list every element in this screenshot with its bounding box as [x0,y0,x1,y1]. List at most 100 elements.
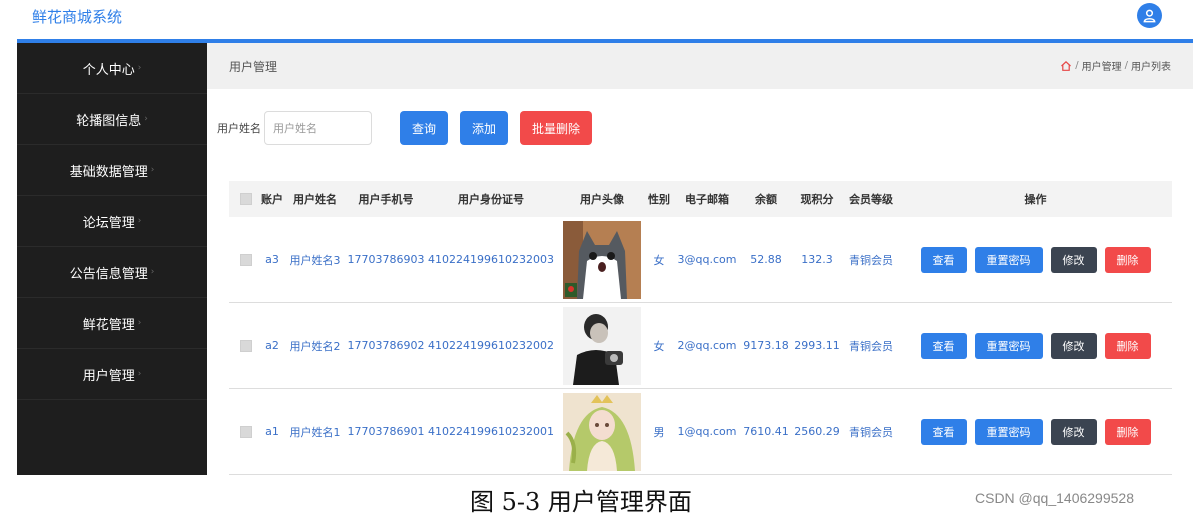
email-cell: 2@qq.com [677,339,737,352]
column-header: 现积分 [800,193,834,206]
column-header: 性别 [648,193,670,206]
avatar-cell [563,217,641,302]
select-all-cell[interactable] [239,181,253,217]
table-row: a1 用户姓名1 17703786901 410224199610232001 … [229,389,1172,475]
sidebar-item-label: 公告信息管理 [69,266,148,282]
query-button[interactable]: 查询 [400,111,449,145]
sidebar-item-personal-center[interactable]: 个人中心 › [17,43,207,94]
gender-cell: 女 [653,339,665,353]
sidebar-item-label: 用户管理 [82,368,135,384]
main-content: 用户管理 / 用户管理 / 用户列表 用户姓名 查询 添加 批量删除 账户 用户… [207,43,1193,475]
app-title: 鲜花商城系统 [32,8,123,26]
balance-cell: 52.88 [750,253,782,266]
name-cell: 用户姓名1 [289,425,341,439]
edit-button[interactable]: 修改 [1050,332,1097,359]
user-account-icon[interactable] [1137,3,1162,28]
gender-cell: 女 [653,253,665,267]
sidebar-item-forum[interactable]: 论坛管理 › [17,196,207,247]
user-table: 账户 用户姓名 用户手机号 用户身份证号 用户头像 性别 电子邮箱 余额 现积分… [229,181,1172,475]
level-cell: 青铜会员 [849,425,893,439]
sidebar-item-announcements[interactable]: 公告信息管理 › [17,247,207,298]
search-bar: 用户姓名 查询 添加 批量删除 [217,110,593,146]
sidebar-item-label: 基础数据管理 [69,164,148,180]
column-header: 账户 [261,193,283,206]
column-header: 用户姓名 [293,193,337,206]
row-select-cell[interactable] [239,217,253,302]
delete-button[interactable]: 删除 [1104,246,1151,273]
edit-button[interactable]: 修改 [1050,246,1097,273]
sidebar-item-users[interactable]: 用户管理 › [17,349,207,400]
breadcrumb-separator: / [1075,60,1079,71]
reset-password-button[interactable]: 重置密码 [974,246,1043,273]
sidebar-item-base-data[interactable]: 基础数据管理 › [17,145,207,196]
balance-cell: 7610.41 [743,425,789,438]
id-number-cell: 410224199610232002 [428,339,554,352]
column-header: 操作 [1024,193,1047,206]
id-number-cell: 410224199610232001 [428,425,554,438]
level-cell: 青铜会员 [849,339,893,353]
column-header: 电子邮箱 [685,193,729,206]
balance-cell: 9173.18 [743,339,789,352]
view-button[interactable]: 查看 [920,332,967,359]
add-button[interactable]: 添加 [460,111,509,145]
points-cell: 2993.11 [794,339,840,352]
breadcrumb-item[interactable]: 用户管理 [1082,58,1122,73]
table-header: 账户 用户姓名 用户手机号 用户身份证号 用户头像 性别 电子邮箱 余额 现积分… [229,181,1172,217]
account-cell: a3 [265,253,279,266]
view-button[interactable]: 查看 [920,418,967,445]
phone-cell: 17703786901 [347,425,425,438]
row-checkbox[interactable] [240,425,252,438]
email-cell: 3@qq.com [677,253,737,266]
page-header: 用户管理 / 用户管理 / 用户列表 [207,43,1193,89]
sidebar-item-label: 轮播图信息 [76,113,142,129]
avatar-cell [563,389,641,474]
chevron-icon: › [144,114,148,124]
row-select-cell[interactable] [239,303,253,388]
actions-cell: 查看 重置密码 修改 删除 [919,217,1152,302]
edit-button[interactable]: 修改 [1050,418,1097,445]
id-number-cell: 410224199610232003 [428,253,554,266]
breadcrumb: / 用户管理 / 用户列表 [1060,58,1171,73]
account-cell: a1 [265,425,279,438]
search-input[interactable] [264,111,372,145]
delete-button[interactable]: 删除 [1104,418,1151,445]
anime-girl-illustration [563,392,641,471]
select-all-checkbox[interactable] [240,193,252,205]
home-icon[interactable] [1060,60,1072,72]
sidebar-item-carousel[interactable]: 轮播图信息 › [17,94,207,145]
chevron-icon: › [150,267,155,277]
table-row: a3 用户姓名3 17703786903 410224199610232003 … [229,217,1172,303]
sidebar-item-label: 论坛管理 [82,215,135,231]
column-header: 会员等级 [849,193,893,206]
sidebar-item-label: 鲜花管理 [82,317,135,333]
man-photo [563,306,641,385]
account-cell: a2 [265,339,279,352]
name-cell: 用户姓名2 [289,339,341,353]
column-header: 用户手机号 [358,193,414,206]
actions-cell: 查看 重置密码 修改 删除 [919,389,1152,474]
view-button[interactable]: 查看 [920,246,967,273]
avatar-cell [563,303,641,388]
table-row: a2 用户姓名2 17703786902 410224199610232002 … [229,303,1172,389]
email-cell: 1@qq.com [677,425,737,438]
sidebar-item-flowers[interactable]: 鲜花管理 › [17,298,207,349]
breadcrumb-separator: / [1124,60,1128,71]
user-icon [1143,9,1156,23]
chevron-icon: › [137,216,142,226]
chevron-icon: › [137,369,142,379]
phone-cell: 17703786903 [347,253,425,266]
gender-cell: 男 [653,425,665,439]
chevron-icon: › [150,165,155,175]
reset-password-button[interactable]: 重置密码 [974,418,1043,445]
batch-delete-button[interactable]: 批量删除 [520,111,593,145]
reset-password-button[interactable]: 重置密码 [974,332,1043,359]
sidebar: 个人中心 › 轮播图信息 › 基础数据管理 › 论坛管理 › 公告信息管理 › 鲜花管理 ›… [17,43,207,475]
row-checkbox[interactable] [240,253,252,266]
watermark: CSDN @qq_1406299528 [975,490,1134,506]
level-cell: 青铜会员 [849,253,893,267]
delete-button[interactable]: 删除 [1104,332,1151,359]
breadcrumb-item: 用户列表 [1131,62,1171,73]
row-select-cell[interactable] [239,389,253,474]
column-header: 用户身份证号 [458,193,524,206]
row-checkbox[interactable] [240,339,252,352]
